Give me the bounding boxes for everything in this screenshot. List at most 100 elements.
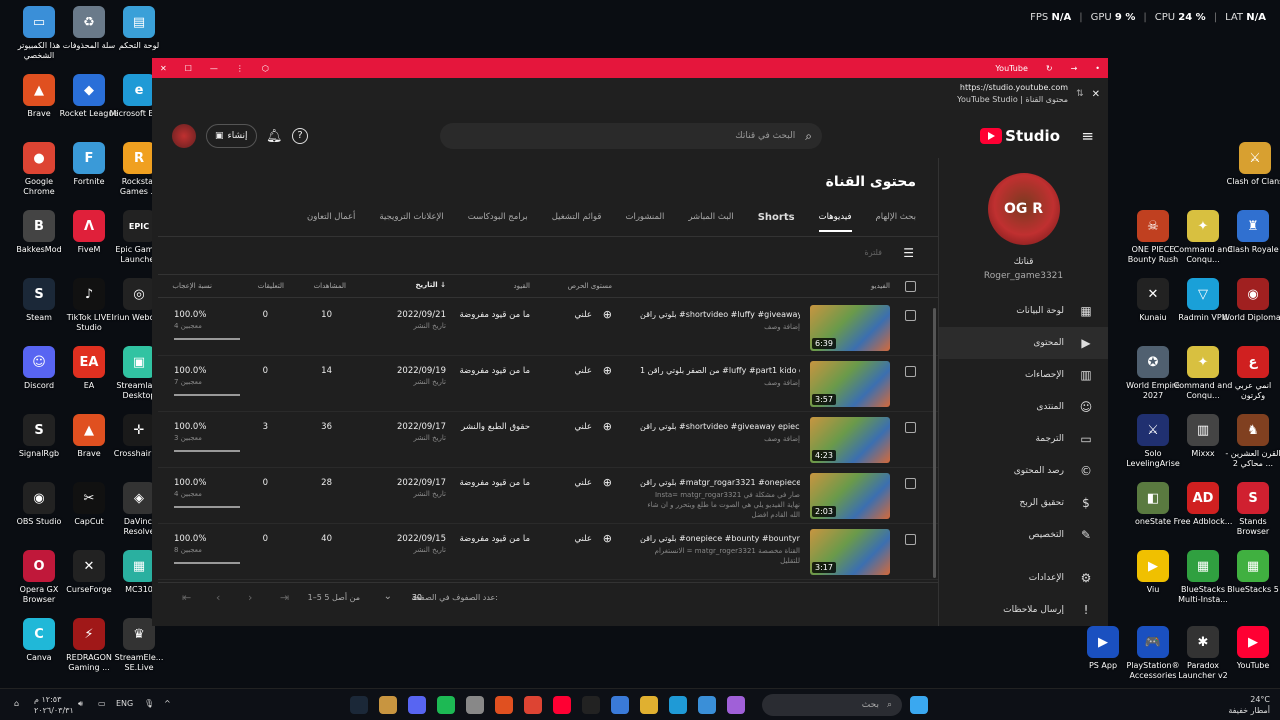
tab[interactable]: Shorts — [758, 212, 795, 232]
scrollbar[interactable] — [933, 308, 936, 578]
video-title[interactable]: بلوتي راقن #onepiece #bounty #bountyrush… — [640, 534, 800, 543]
start-icon[interactable] — [910, 696, 928, 714]
tiktok-icon[interactable] — [582, 696, 600, 714]
last-page-icon[interactable]: ⇥ — [280, 591, 289, 604]
desktop-icon[interactable]: ▶ YouTube — [1222, 626, 1280, 671]
channel-avatar[interactable]: OG R — [987, 173, 1060, 245]
search-icon[interactable]: ⌕ — [805, 129, 812, 144]
sidebar-item[interactable]: التخصيص ✎ — [939, 519, 1108, 551]
search-input[interactable]: البحث في قناتك ⌕ — [440, 123, 822, 149]
network-icon[interactable]: ▭ — [98, 699, 106, 708]
video-thumbnail[interactable]: 3:17 — [810, 529, 890, 575]
folder-icon[interactable] — [640, 696, 658, 714]
desktop-icon[interactable]: ◉ World Diplomat — [1222, 278, 1280, 323]
forward-icon[interactable]: → — [1071, 64, 1078, 73]
previous-page-icon[interactable]: ‹ — [216, 591, 220, 604]
select-all-checkbox[interactable] — [905, 281, 916, 292]
sidebar-item[interactable]: المنتدى ☺ — [939, 391, 1108, 423]
first-page-icon[interactable]: ⇤ — [182, 591, 191, 604]
tray-chevron-icon[interactable]: ^ — [164, 699, 171, 708]
brave-icon[interactable] — [495, 696, 513, 714]
minimize-icon[interactable]: — — [210, 64, 218, 73]
tab[interactable]: برامج البودكاست — [468, 212, 528, 232]
chevron-down-icon[interactable]: ⌄ — [384, 591, 392, 602]
store-icon[interactable] — [611, 696, 629, 714]
video-title[interactable]: بلوتي راقن #shortvideo #luffy #giveaway.… — [640, 310, 800, 319]
hamburger-menu-icon[interactable]: ≡ — [1081, 127, 1094, 145]
sidebar-item[interactable]: تحقيق الربح $ — [939, 487, 1108, 519]
desktop-icon[interactable]: ▦ BlueStacks 5 — [1222, 550, 1280, 595]
sidebar-item[interactable]: المحتوى ▶ — [939, 327, 1108, 359]
microphone-icon[interactable]: 🎙︎ — [144, 699, 154, 708]
tab[interactable]: البث المباشر — [688, 212, 733, 232]
tab[interactable]: فيديوهات — [818, 212, 852, 232]
weather-widget[interactable]: 24°C أمطار خفيفة — [1228, 694, 1270, 716]
app-icon[interactable] — [466, 696, 484, 714]
sidebar-item[interactable]: رصد المحتوى © — [939, 455, 1108, 487]
next-page-icon[interactable]: › — [248, 591, 252, 604]
mail-icon[interactable] — [698, 696, 716, 714]
table-row[interactable]: 3:57 من الصفر بلوتي راقن 1 #luffy #part1 … — [158, 356, 938, 412]
extensions-icon[interactable]: ⬡ — [262, 64, 269, 73]
video-thumbnail[interactable]: 2:03 — [810, 473, 890, 519]
sidebar-item[interactable]: لوحة البيانات ▦ — [939, 295, 1108, 327]
browser-tab[interactable]: YouTube — [995, 64, 1028, 73]
close-url-icon[interactable]: ✕ — [1092, 89, 1100, 100]
sidebar-item-feedback[interactable]: إرسال ملاحظات ! — [939, 594, 1108, 626]
tab[interactable]: أعمال التعاون — [307, 212, 355, 232]
filter-icon[interactable]: ☰ — [903, 246, 914, 260]
create-button[interactable]: ▣ إنشاء — [206, 124, 257, 148]
column-date[interactable]: التاريخ ↓ — [415, 281, 446, 289]
more-menu-icon[interactable]: ⋮ — [236, 64, 244, 73]
table-row[interactable]: 3:17 بلوتي راقن #onepiece #bounty #bounty… — [158, 524, 938, 580]
copilot-icon[interactable] — [727, 696, 745, 714]
video-title[interactable]: من الصفر بلوتي راقن 1 #luffy #part1 kido… — [640, 366, 800, 375]
row-checkbox[interactable] — [905, 478, 916, 489]
spotify-icon[interactable] — [437, 696, 455, 714]
desktop-icon[interactable]: ⚔ Clash of Clans — [1224, 142, 1280, 187]
desktop-icon[interactable]: ♛ StreamEle... SE.Live — [108, 618, 170, 673]
steam-icon[interactable] — [350, 696, 368, 714]
video-thumbnail[interactable]: 3:57 — [810, 361, 890, 407]
table-row[interactable]: 4:23 بلوتي راقن #shortvideo #giveaway epi… — [158, 412, 938, 468]
row-checkbox[interactable] — [905, 422, 916, 433]
sidebar-item[interactable]: الترجمة ▭ — [939, 423, 1108, 455]
notification-icon[interactable]: ⌂ — [14, 699, 19, 708]
tab[interactable]: الإعلانات الترويجية — [379, 212, 443, 232]
row-checkbox[interactable] — [905, 310, 916, 321]
sidebar-item-settings[interactable]: الإعدادات ⚙ — [939, 562, 1108, 594]
sidebar-item[interactable]: الإحصاءات ▥ — [939, 359, 1108, 391]
maximize-icon[interactable]: ☐ — [185, 64, 192, 73]
video-title[interactable]: بلوتي راقن #shortvideo #giveaway epiece.… — [640, 422, 800, 431]
row-checkbox[interactable] — [905, 534, 916, 545]
studio-logo[interactable]: Studio — [980, 127, 1060, 145]
tab[interactable]: بحث الإلهام — [876, 212, 916, 232]
youtube-icon[interactable] — [553, 696, 571, 714]
settings-sliders-icon[interactable]: ⇅ — [1076, 89, 1084, 99]
tab[interactable]: المنشورات — [625, 212, 664, 232]
rows-per-page-select[interactable]: 30 — [412, 593, 422, 602]
reload-icon[interactable]: ↻ — [1046, 64, 1053, 73]
video-thumbnail[interactable]: 4:23 — [810, 417, 890, 463]
video-title[interactable]: بلوتي راقن #matgr_rogar3321 #onepiece ..… — [640, 478, 800, 487]
row-checkbox[interactable] — [905, 366, 916, 377]
desktop-icon[interactable]: ع انمي عربي وكرتون — [1222, 346, 1280, 401]
edge-icon[interactable] — [669, 696, 687, 714]
app-icon[interactable] — [379, 696, 397, 714]
volume-icon[interactable]: 🔊︎ — [78, 699, 83, 709]
video-thumbnail[interactable]: 6:39 — [810, 305, 890, 351]
discord-icon[interactable] — [408, 696, 426, 714]
taskbar-search[interactable]: بحث ⌕ — [762, 694, 902, 716]
clock[interactable]: ١٢:٥٣ م ٢٠٢٦/٠٣/٣١ — [34, 694, 74, 716]
chrome-icon[interactable] — [524, 696, 542, 714]
filter-bar[interactable]: ☰ فلترة — [158, 242, 938, 264]
desktop-icon[interactable]: ▤ لوحة التحكم — [108, 6, 170, 51]
menu-dot-icon[interactable]: • — [1095, 64, 1100, 73]
table-row[interactable]: 2:03 بلوتي راقن #matgr_rogar3321 #onepiec… — [158, 468, 938, 524]
language-indicator[interactable]: ENG — [116, 699, 133, 708]
desktop-icon[interactable]: S Stands Browser — [1222, 482, 1280, 537]
url-text[interactable]: https://studio.youtube.com — [957, 82, 1068, 94]
desktop-icon[interactable]: ♜ Clash Royale — [1222, 210, 1280, 255]
table-row[interactable]: 6:39 بلوتي راقن #shortvideo #luffy #givea… — [158, 300, 938, 356]
close-icon[interactable]: ✕ — [160, 64, 167, 73]
